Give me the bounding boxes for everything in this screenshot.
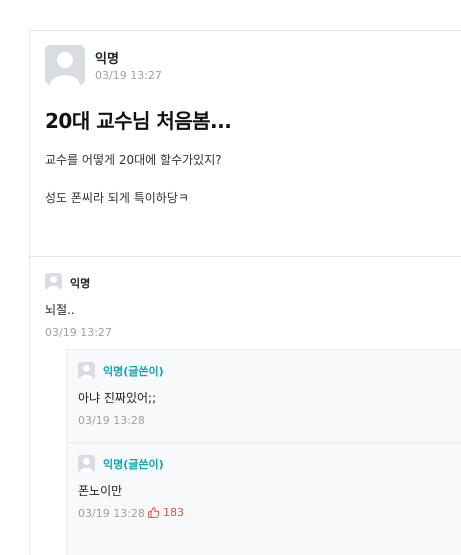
post-body-line: 교수를 어떻게 20대에 할수가있지? — [45, 153, 222, 167]
reply-timestamp: 03/19 13:28 — [78, 507, 145, 520]
reply-author: 익명(글쓴이) — [103, 458, 164, 471]
thumbs-up-icon — [147, 506, 160, 519]
post-comment-divider — [30, 256, 461, 257]
post-timestamp: 03/19 13:27 — [95, 69, 162, 82]
vote-count: 183 — [163, 506, 184, 519]
reply-text: 아냐 진짜있어;; — [78, 391, 157, 405]
post-body-line: 성도 폰씨라 되게 특이하당ㅋ — [45, 191, 189, 205]
comment-timestamp: 03/19 13:27 — [45, 326, 112, 339]
reply-item: 익명(글쓴이) 폰노이만 03/19 13:28 183 — [66, 442, 461, 555]
comment-avatar-icon — [45, 273, 62, 290]
post-author: 익명 — [95, 52, 119, 67]
vote-button[interactable]: 183 — [147, 506, 184, 519]
reply-item: 익명(글쓴이) 아냐 진짜있어;; 03/19 13:28 — [66, 349, 461, 442]
reply-text: 폰노이만 — [78, 484, 123, 498]
reply-avatar-icon — [78, 455, 95, 472]
post-title: 20대 교수님 처음봄... — [45, 109, 232, 133]
comment-text: 뇌절.. — [45, 303, 75, 317]
comment-author: 익명 — [70, 277, 91, 290]
article-container: 익명 03/19 13:27 20대 교수님 처음봄... 교수를 어떻게 20… — [29, 30, 461, 555]
reply-author: 익명(글쓴이) — [103, 365, 164, 378]
post-avatar-icon — [45, 45, 85, 85]
reply-timestamp: 03/19 13:28 — [78, 414, 145, 427]
reply-avatar-icon — [78, 362, 95, 379]
